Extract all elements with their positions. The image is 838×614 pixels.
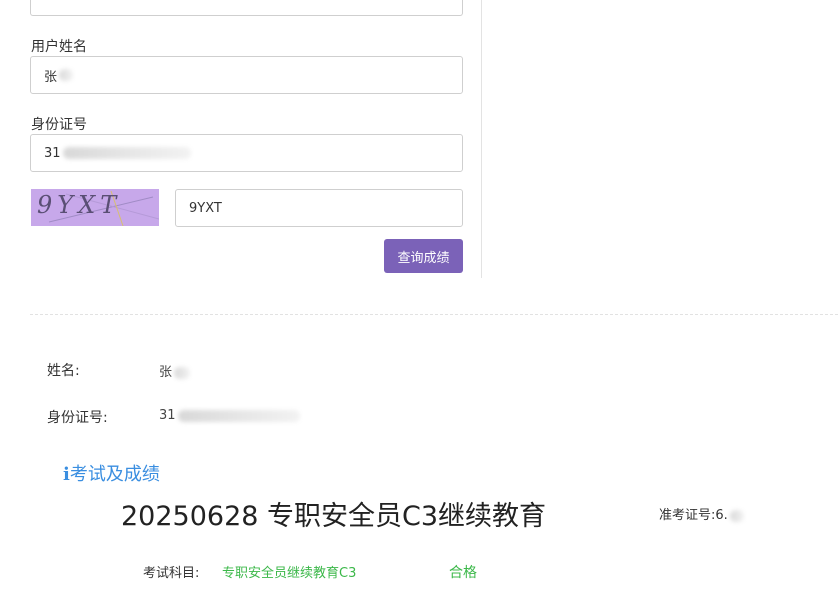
captcha-text: 9YXT [37, 191, 122, 219]
admission-label: 准考证号: [659, 508, 716, 523]
redaction-blur [177, 409, 300, 422]
pass-status: 合格 [449, 565, 477, 581]
subject-value: 专职安全员继续教育C3 [222, 566, 357, 581]
redaction-blur [62, 147, 191, 159]
captcha-input[interactable]: 9YXT [175, 189, 463, 227]
section-heading: i考试及成绩 [63, 460, 160, 486]
result-name-value: 张 [159, 365, 173, 380]
id-field-label: 身份证号 [31, 117, 87, 133]
redaction-blur [729, 509, 744, 522]
admission-number: 准考证号:6. [659, 504, 744, 523]
captcha-input-value: 9YXT [189, 200, 222, 216]
info-icon: i [63, 464, 70, 485]
subject-label: 考试科目: [143, 566, 200, 581]
name-input-value: 张 [44, 69, 58, 85]
result-id-value: 31 [159, 408, 176, 423]
name-input[interactable]: 张 [30, 56, 463, 94]
id-input[interactable]: 31 [30, 134, 463, 172]
admission-value: 6. [715, 508, 728, 523]
previous-input-field[interactable] [30, 0, 463, 16]
query-score-button[interactable]: 查询成绩 [384, 239, 463, 273]
id-input-value: 31 [44, 145, 61, 161]
captcha-image[interactable]: 9YXT [31, 189, 159, 226]
vertical-divider [481, 0, 482, 278]
section-divider [30, 314, 838, 315]
section-title: 考试及成绩 [69, 464, 160, 485]
name-field-label: 用户姓名 [31, 39, 87, 55]
result-name-value-wrap: 张 [159, 361, 191, 380]
redaction-blur [59, 69, 74, 81]
exam-title: 20250628 专职安全员C3继续教育 [121, 501, 547, 532]
result-id-label: 身份证号: [47, 410, 108, 426]
redaction-blur [174, 366, 191, 379]
result-id-value-wrap: 31 [159, 408, 300, 423]
result-name-label: 姓名: [47, 363, 80, 379]
